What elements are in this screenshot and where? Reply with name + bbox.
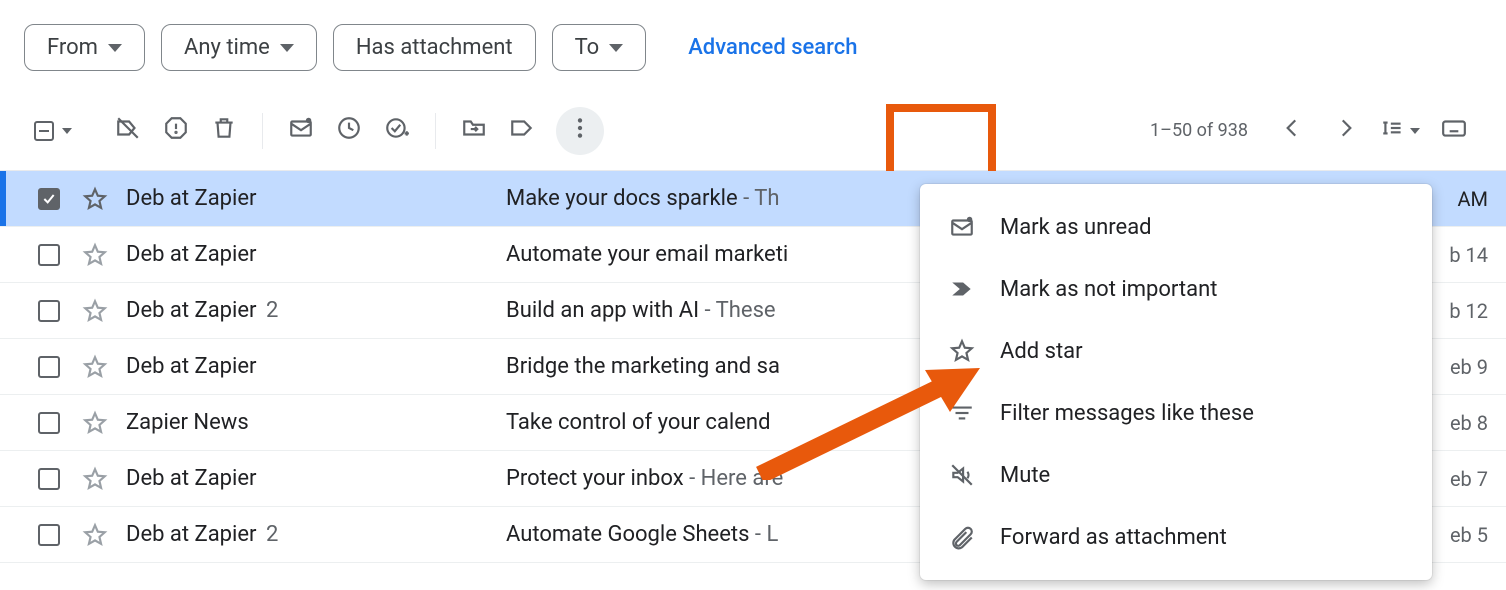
menu-item-label: Filter messages like these bbox=[1000, 401, 1254, 426]
attachment-icon bbox=[948, 523, 976, 551]
chevron-down-icon bbox=[609, 44, 623, 52]
star-button[interactable] bbox=[82, 522, 108, 548]
chevron-down-icon bbox=[108, 44, 122, 52]
has-attachment-chip[interactable]: Has attachment bbox=[333, 24, 536, 71]
sender: Deb at Zapier 2 bbox=[126, 522, 506, 547]
toolbar-divider bbox=[435, 113, 436, 149]
has-attachment-chip-label: Has attachment bbox=[356, 35, 513, 60]
clock-icon bbox=[336, 115, 362, 146]
task-add-icon bbox=[384, 115, 410, 146]
sender: Deb at Zapier bbox=[126, 466, 506, 491]
thread-count: 2 bbox=[261, 298, 279, 323]
star-button[interactable] bbox=[82, 242, 108, 268]
label-icon bbox=[509, 115, 535, 146]
sender: Deb at Zapier bbox=[126, 354, 506, 379]
move-to-button[interactable] bbox=[450, 107, 498, 155]
menu-add-star[interactable]: Add star bbox=[920, 320, 1432, 382]
trash-icon bbox=[211, 115, 237, 146]
anytime-chip-label: Any time bbox=[184, 35, 270, 60]
mail-unread-icon bbox=[948, 213, 976, 241]
star-button[interactable] bbox=[82, 410, 108, 436]
chevron-down-icon bbox=[62, 128, 72, 134]
labels-button[interactable] bbox=[498, 107, 546, 155]
sender: Deb at Zapier bbox=[126, 186, 506, 211]
input-tools-button[interactable] bbox=[1376, 107, 1424, 155]
mute-icon bbox=[948, 461, 976, 489]
more-actions-menu: Mark as unread Mark as not important Add… bbox=[920, 184, 1432, 580]
label-off-icon bbox=[115, 115, 141, 146]
anytime-chip[interactable]: Any time bbox=[161, 24, 317, 71]
from-chip[interactable]: From bbox=[24, 24, 145, 71]
delete-button[interactable] bbox=[200, 107, 248, 155]
more-vertical-icon bbox=[567, 115, 593, 146]
menu-mute[interactable]: Mute bbox=[920, 444, 1432, 506]
menu-forward-attachment[interactable]: Forward as attachment bbox=[920, 506, 1432, 568]
mark-unread-button[interactable] bbox=[277, 107, 325, 155]
to-chip[interactable]: To bbox=[552, 24, 647, 71]
keyboard-icon bbox=[1441, 115, 1467, 146]
menu-mark-unread[interactable]: Mark as unread bbox=[920, 196, 1432, 258]
toolbar: 1–50 of 938 bbox=[0, 91, 1506, 171]
sender: Deb at Zapier bbox=[126, 242, 506, 267]
snippet: - Th bbox=[738, 186, 780, 211]
menu-item-label: Add star bbox=[1000, 339, 1083, 364]
thread-count: 2 bbox=[261, 522, 279, 547]
star-button[interactable] bbox=[82, 186, 108, 212]
snippet: - Here are bbox=[684, 466, 784, 491]
more-actions-button[interactable] bbox=[556, 107, 604, 155]
move-to-folder-icon bbox=[461, 115, 487, 146]
chevron-right-icon bbox=[1333, 115, 1359, 146]
from-chip-label: From bbox=[47, 35, 98, 60]
snippet: - L bbox=[749, 522, 778, 547]
menu-mark-not-important[interactable]: Mark as not important bbox=[920, 258, 1432, 320]
row-checkbox[interactable] bbox=[38, 356, 60, 378]
select-all-button[interactable] bbox=[28, 107, 78, 155]
mail-unread-icon bbox=[288, 115, 314, 146]
star-icon bbox=[948, 337, 976, 365]
row-checkbox[interactable] bbox=[38, 244, 60, 266]
next-page-button[interactable] bbox=[1322, 107, 1370, 155]
input-tools-icon bbox=[1380, 115, 1406, 146]
filter-icon bbox=[948, 399, 976, 427]
row-checkbox[interactable] bbox=[38, 524, 60, 546]
add-to-tasks-button[interactable] bbox=[373, 107, 421, 155]
row-checkbox[interactable] bbox=[38, 468, 60, 490]
menu-item-label: Mute bbox=[1000, 463, 1050, 488]
snippet: - These bbox=[699, 298, 776, 323]
row-checkbox[interactable] bbox=[38, 188, 60, 210]
pagination-text[interactable]: 1–50 of 938 bbox=[1150, 120, 1248, 141]
star-button[interactable] bbox=[82, 466, 108, 492]
sender: Deb at Zapier 2 bbox=[126, 298, 506, 323]
importance-icon bbox=[948, 275, 976, 303]
sender: Zapier News bbox=[126, 410, 506, 435]
snooze-button[interactable] bbox=[325, 107, 373, 155]
row-checkbox[interactable] bbox=[38, 300, 60, 322]
remove-label-button[interactable] bbox=[104, 107, 152, 155]
row-checkbox[interactable] bbox=[38, 412, 60, 434]
chevron-down-icon bbox=[1410, 128, 1420, 134]
toolbar-divider bbox=[262, 113, 263, 149]
menu-item-label: Mark as not important bbox=[1000, 277, 1217, 302]
prev-page-button[interactable] bbox=[1268, 107, 1316, 155]
filter-chips-row: From Any time Has attachment To Advanced… bbox=[0, 0, 1506, 91]
star-button[interactable] bbox=[82, 298, 108, 324]
star-button[interactable] bbox=[82, 354, 108, 380]
menu-item-label: Mark as unread bbox=[1000, 215, 1152, 240]
report-spam-button[interactable] bbox=[152, 107, 200, 155]
keyboard-button[interactable] bbox=[1430, 107, 1478, 155]
to-chip-label: To bbox=[575, 35, 600, 60]
spam-icon bbox=[163, 115, 189, 146]
toolbar-right: 1–50 of 938 bbox=[1136, 107, 1478, 155]
menu-item-label: Forward as attachment bbox=[1000, 525, 1227, 550]
chevron-left-icon bbox=[1279, 115, 1305, 146]
chevron-down-icon bbox=[280, 44, 294, 52]
select-all-checkbox-icon bbox=[34, 121, 54, 141]
advanced-search-link[interactable]: Advanced search bbox=[688, 35, 857, 60]
menu-filter-like-these[interactable]: Filter messages like these bbox=[920, 382, 1432, 444]
